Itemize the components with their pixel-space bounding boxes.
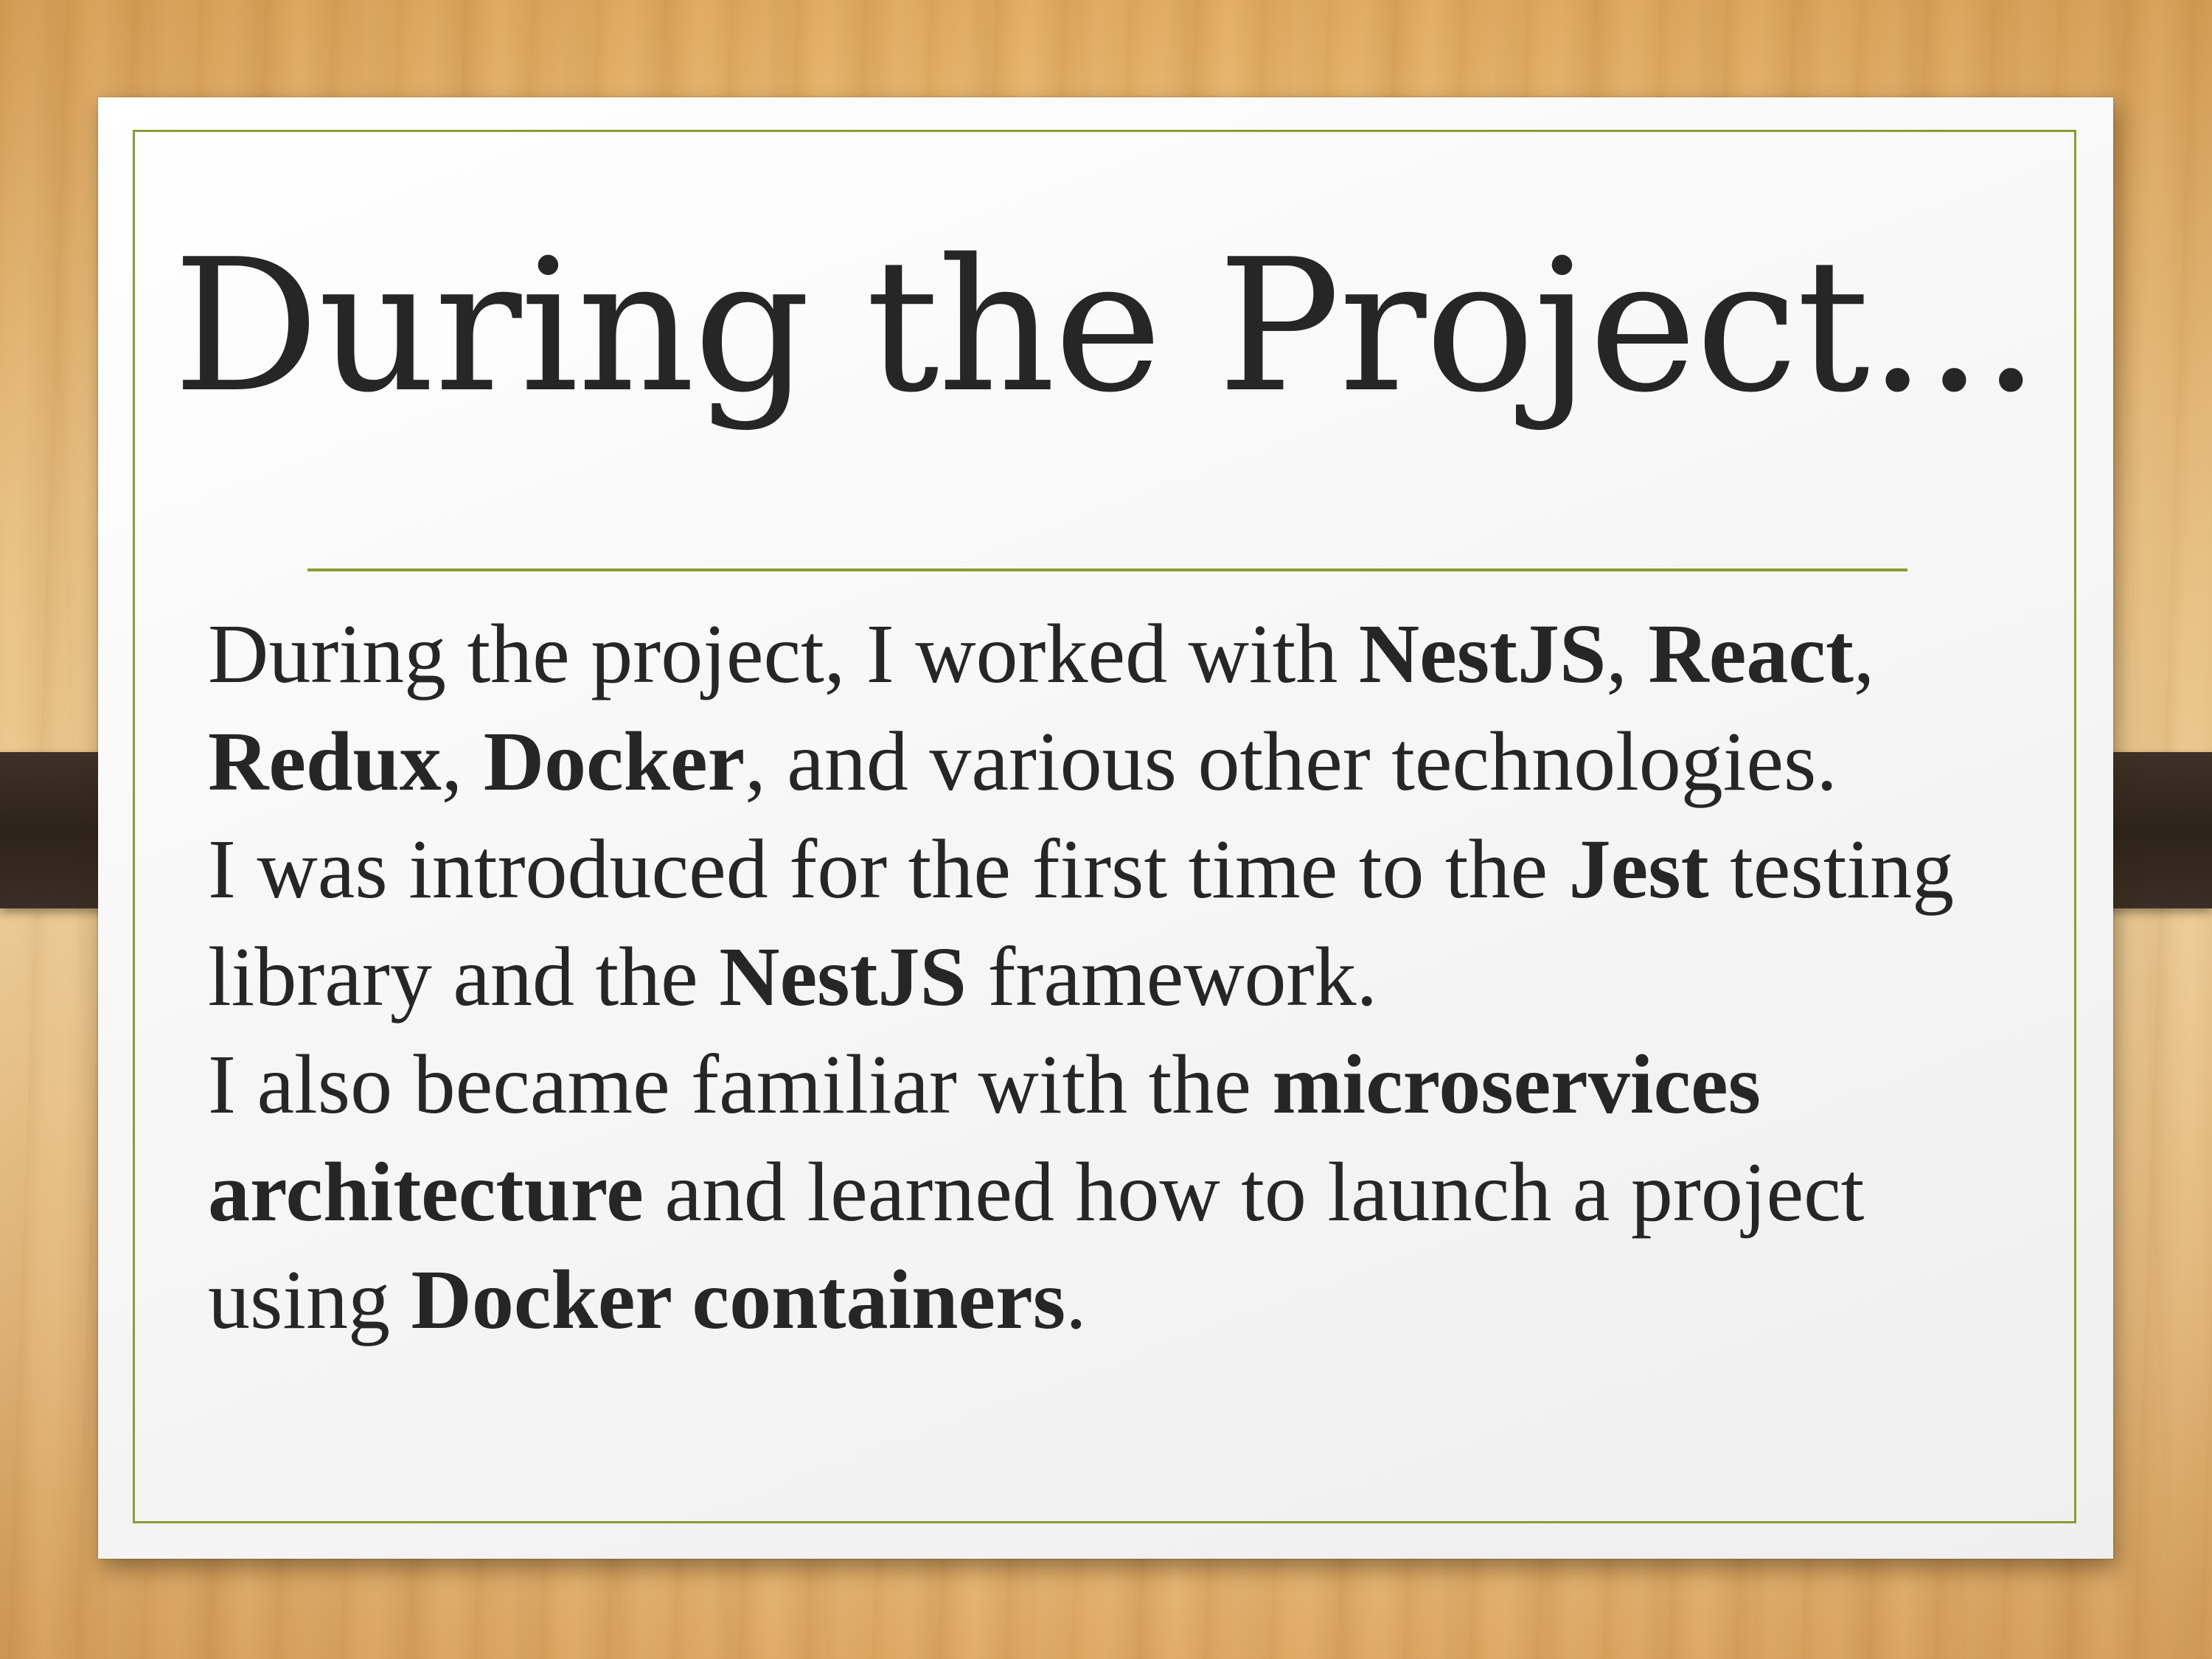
emphasized-term: React	[1648, 607, 1854, 700]
emphasized-term: Docker containers	[411, 1253, 1066, 1346]
emphasized-term: NestJS	[1358, 607, 1607, 700]
title-divider	[307, 568, 1907, 571]
body-text: I was introduced for the first time to t…	[208, 822, 1569, 916]
body-text: .	[1065, 1253, 1087, 1346]
body-text: framework.	[966, 930, 1377, 1023]
emphasized-term: NestJS	[719, 930, 967, 1023]
body-paragraph: During the project, I worked with NestJS…	[208, 600, 2037, 815]
emphasized-term: Docker	[483, 714, 745, 808]
slide-title: During the Project...	[173, 220, 2039, 433]
body-text: During the project, I worked with	[208, 607, 1359, 700]
body-paragraph: I also became familiar with the microser…	[208, 1031, 2037, 1354]
body-text: ,	[441, 714, 484, 808]
slide-body: During the project, I worked with NestJS…	[208, 600, 2037, 1354]
slide-card: During the Project... During the project…	[98, 97, 2113, 1559]
emphasized-term: Redux	[208, 714, 442, 808]
body-text: ,	[1853, 607, 1875, 700]
body-paragraph: I was introduced for the first time to t…	[208, 815, 2037, 1031]
body-text: I also became familiar with the	[208, 1037, 1273, 1131]
body-text: ,	[1606, 607, 1649, 700]
body-text: , and various other technologies.	[745, 714, 1837, 808]
emphasized-term: Jest	[1568, 822, 1709, 916]
